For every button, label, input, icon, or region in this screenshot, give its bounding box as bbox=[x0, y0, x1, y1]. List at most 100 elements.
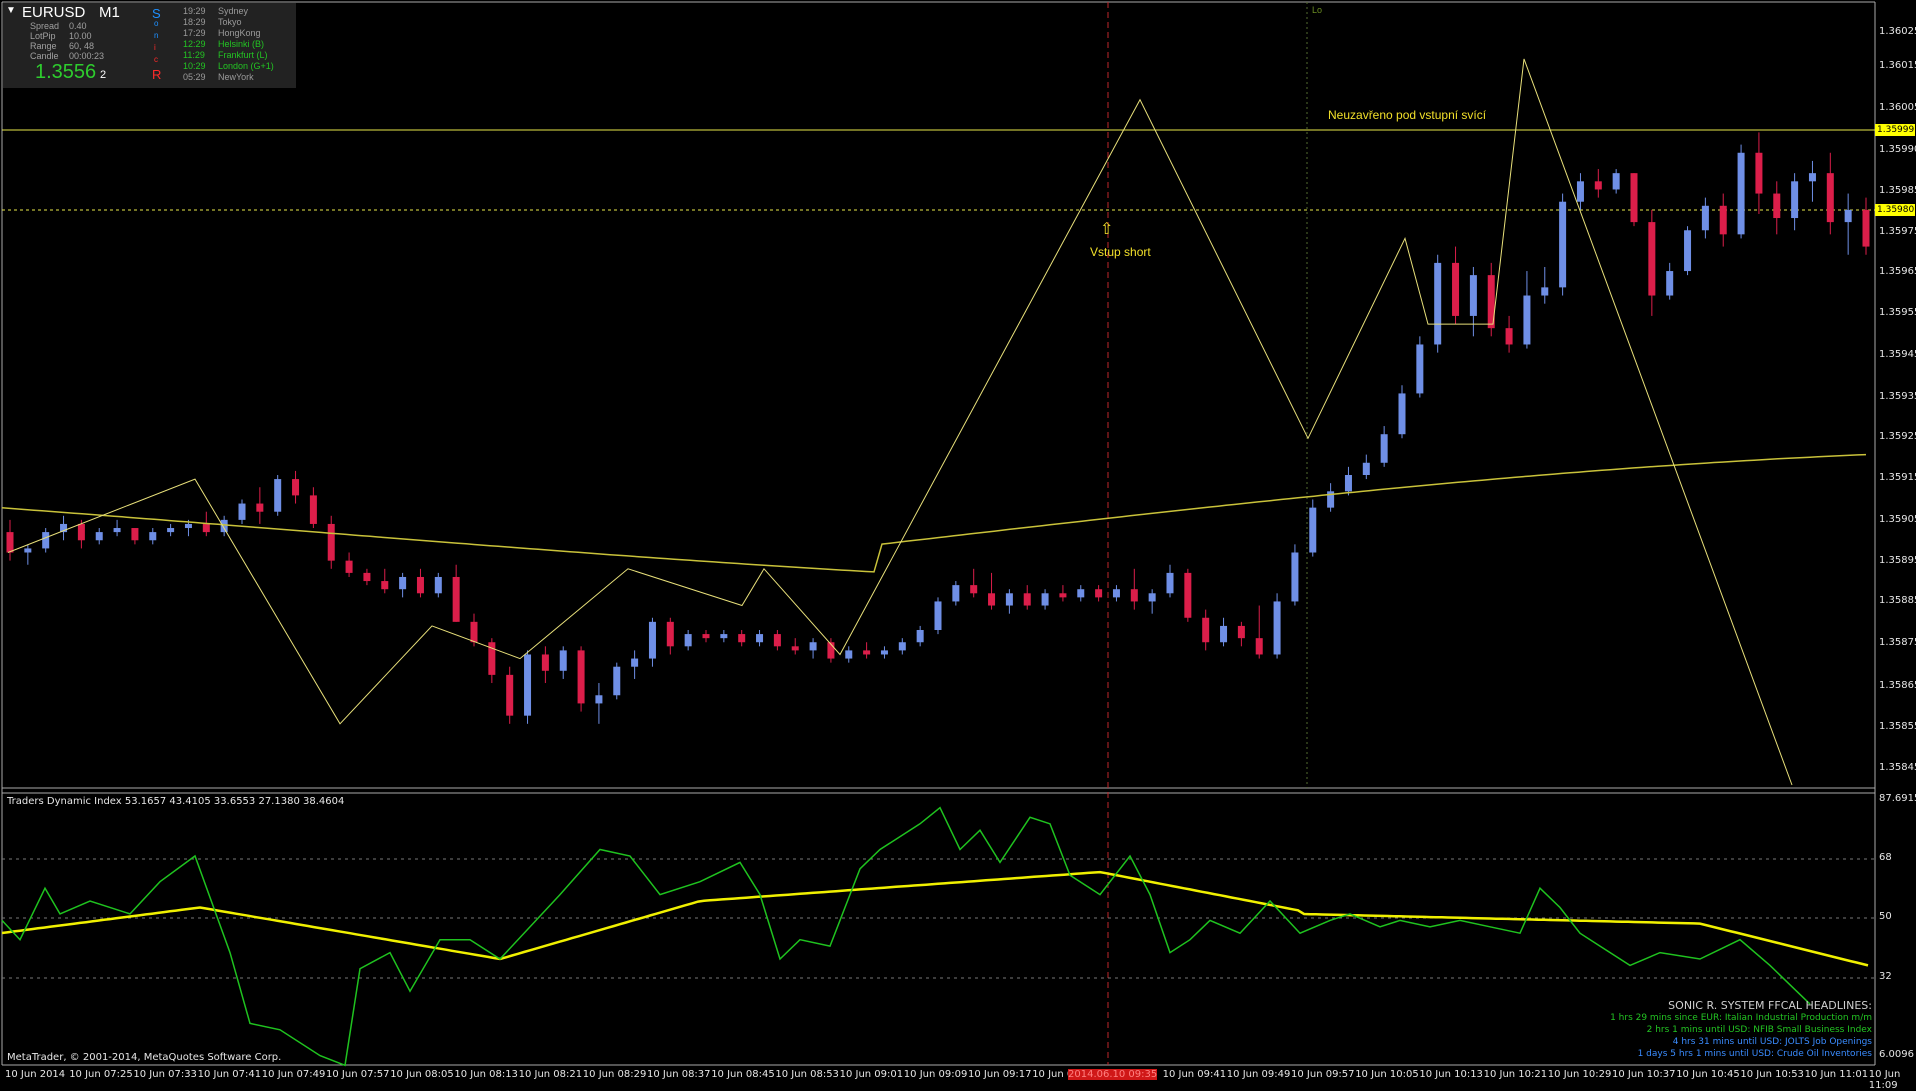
info-row-label: LotPip bbox=[30, 31, 56, 41]
copyright: MetaTrader, © 2001-2014, MetaQuotes Soft… bbox=[7, 1052, 282, 1063]
entry-arrow-icon: ⇧ bbox=[1100, 221, 1114, 238]
time-axis-label: 10 Jun 08:45 bbox=[711, 1069, 775, 1080]
headline-item: 2 hrs 1 mins until USD: NFIB Small Busin… bbox=[1646, 1025, 1872, 1035]
candle-body bbox=[1434, 262, 1442, 345]
time-axis-label: 10 Jun 07:41 bbox=[197, 1069, 262, 1080]
price-axis-label: 1.35895 bbox=[1879, 555, 1916, 566]
menu-dropdown-icon[interactable]: ▼ bbox=[6, 5, 16, 16]
candle-body bbox=[1737, 152, 1745, 235]
candle-body bbox=[845, 650, 853, 659]
candle-body bbox=[1220, 625, 1228, 643]
indicator-axis-label: 87.6915 bbox=[1879, 793, 1916, 804]
headline-item: 1 hrs 29 mins since EUR: Italian Industr… bbox=[1610, 1013, 1872, 1023]
candle-body bbox=[684, 634, 692, 647]
price-axis-label: 1.35905 bbox=[1879, 514, 1916, 525]
time-axis-label: 10 Jun 08:53 bbox=[775, 1069, 839, 1080]
candle-body bbox=[613, 666, 621, 696]
candle-body bbox=[1773, 193, 1781, 219]
tdi-rsi-line bbox=[1, 806, 1811, 1067]
indicator-axis-label: 50 bbox=[1879, 911, 1892, 922]
time-axis-label: 10 Jun 08:37 bbox=[647, 1069, 711, 1080]
candle-body bbox=[1184, 572, 1192, 618]
moving-average-line bbox=[1, 453, 1867, 573]
candle-body bbox=[1826, 173, 1834, 223]
candle-body bbox=[1291, 552, 1299, 602]
session-time: 19:29 bbox=[183, 6, 206, 16]
candle-body bbox=[898, 642, 906, 651]
price-axis-label: 1.35855 bbox=[1879, 721, 1916, 732]
price-axis-label: 1.35865 bbox=[1879, 680, 1916, 691]
candle-body bbox=[470, 621, 478, 643]
candle-body bbox=[1362, 462, 1370, 475]
price-axis-label: 1.35935 bbox=[1879, 391, 1916, 402]
candle-body bbox=[1719, 205, 1727, 235]
price-chart[interactable] bbox=[0, 0, 1916, 1083]
candle-body bbox=[1505, 328, 1513, 345]
candle-body bbox=[809, 642, 817, 651]
candle-body bbox=[1041, 593, 1049, 606]
candle-body bbox=[292, 479, 300, 496]
lo-label: Lo bbox=[1312, 5, 1323, 15]
info-row-label: Range bbox=[30, 41, 57, 51]
time-axis-label: 10 Jun 09:17 bbox=[968, 1069, 1032, 1080]
candle-body bbox=[524, 654, 532, 716]
candle-body bbox=[1202, 617, 1210, 643]
time-axis-label: 2014.06.10 09:35 bbox=[1068, 1069, 1158, 1080]
time-axis-label: 10 Jun 08:21 bbox=[518, 1069, 583, 1080]
current-price-pipette: 2 bbox=[100, 69, 107, 81]
time-axis-label: 10 Jun 2014 bbox=[5, 1069, 66, 1080]
candle-body bbox=[541, 654, 549, 671]
candle-body bbox=[1701, 205, 1709, 231]
candle-body bbox=[506, 674, 514, 716]
price-axis-label: 1.35975 bbox=[1879, 226, 1916, 237]
candle-body bbox=[916, 630, 924, 643]
candle-body bbox=[149, 532, 157, 541]
candle-body bbox=[238, 503, 246, 520]
candle-body bbox=[113, 528, 121, 533]
session-name: Sydney bbox=[218, 6, 249, 16]
candle-body bbox=[1166, 572, 1174, 594]
time-axis-label: 10 Jun 07:57 bbox=[326, 1069, 390, 1080]
info-row-value: 0.40 bbox=[69, 21, 87, 31]
candle-body bbox=[702, 634, 710, 639]
time-axis-label: 10 Jun 09:57 bbox=[1291, 1069, 1355, 1080]
session-name: London (G+1) bbox=[218, 61, 274, 71]
indicator-axis-label: 32 bbox=[1879, 971, 1892, 982]
headline-item: 4 hrs 31 mins until USD: JOLTS Job Openi… bbox=[1672, 1037, 1872, 1047]
time-axis-label: 10 Jun 10:29 bbox=[1547, 1069, 1612, 1080]
time-axis-label: 10 Jun 10:13 bbox=[1419, 1069, 1483, 1080]
session-time: 11:29 bbox=[183, 50, 205, 60]
session-name: Tokyo bbox=[218, 17, 242, 27]
candle-body bbox=[1808, 173, 1816, 182]
time-axis-label: 10 Jun 09:49 bbox=[1226, 1069, 1291, 1080]
candle-body bbox=[773, 634, 781, 647]
candle-body bbox=[559, 650, 567, 671]
level-price-tag-low: 1.35980 bbox=[1875, 204, 1915, 216]
time-axis-label: 10 Jun 09:01 bbox=[839, 1069, 904, 1080]
candle-body bbox=[1398, 393, 1406, 435]
candle-body bbox=[1576, 181, 1584, 202]
candle-body bbox=[184, 523, 192, 529]
chart-window[interactable]: ▼ EURUSD M1 Spread 0.40 LotPip 10.00 Range 60… bbox=[0, 0, 1916, 1091]
time-axis-label: 10 Jun 11:09 bbox=[1868, 1069, 1901, 1091]
candle-body bbox=[1005, 593, 1013, 606]
info-row-value: 10.00 bbox=[69, 31, 92, 41]
zigzag-line bbox=[7, 58, 1793, 786]
candle-body bbox=[738, 634, 746, 643]
candle-body bbox=[595, 695, 603, 704]
info-panel: ▼ EURUSD M1 Spread 0.40 LotPip 10.00 Range 60… bbox=[3, 3, 296, 88]
candle-body bbox=[720, 634, 728, 639]
candle-body bbox=[1791, 181, 1799, 219]
candle-body bbox=[309, 495, 317, 524]
sonic-letter: c bbox=[154, 55, 158, 64]
candle-body bbox=[1452, 262, 1460, 316]
info-row-value: 60, 48 bbox=[69, 41, 95, 51]
time-axis-label: 10 Jun 10:37 bbox=[1612, 1069, 1676, 1080]
candle-body bbox=[988, 593, 996, 606]
sonic-letter: n bbox=[154, 31, 159, 40]
session-time: 05:29 bbox=[183, 72, 206, 82]
sonic-letter: R bbox=[152, 67, 162, 82]
candle-body bbox=[1309, 507, 1317, 553]
time-axis-label: 10 Jun 11:01 bbox=[1804, 1069, 1869, 1080]
candle-body bbox=[666, 621, 674, 647]
